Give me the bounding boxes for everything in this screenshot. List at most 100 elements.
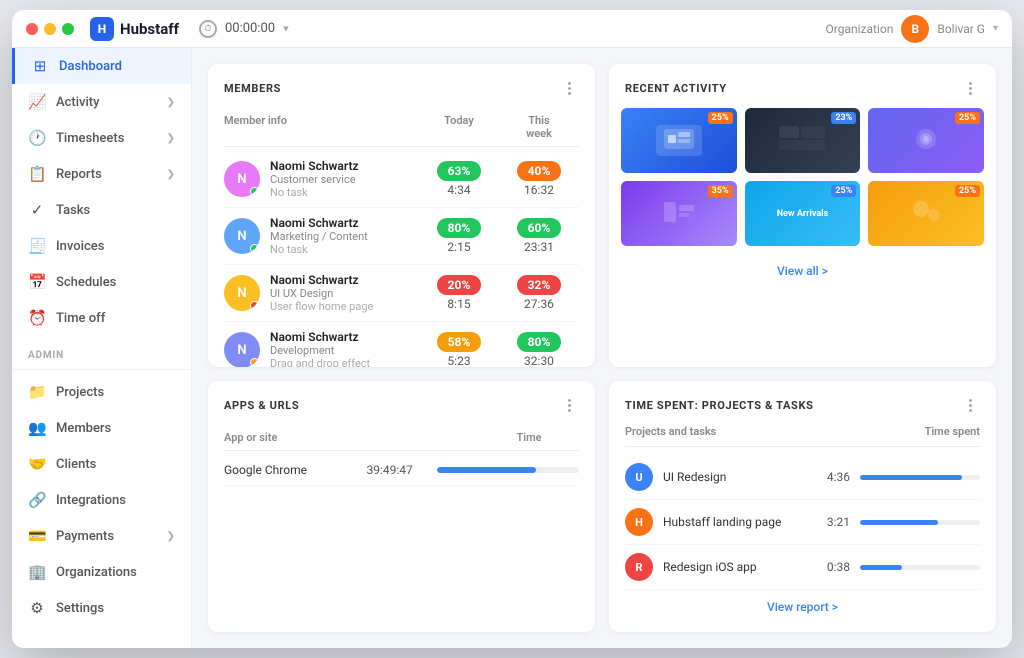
logo-icon: H xyxy=(90,17,114,41)
ts-row: U UI Redesign 4:36 xyxy=(625,455,980,500)
member-info: N Naomi Schwartz Development Drag and dr… xyxy=(224,330,419,367)
sidebar-item-projects[interactable]: 📁 Projects xyxy=(12,374,191,410)
sidebar-label-activity: Activity xyxy=(56,95,100,110)
sidebar-label-payments: Payments xyxy=(56,529,114,544)
dashboard-icon: ⊞ xyxy=(31,57,49,75)
activity-thumb-3[interactable]: 25% xyxy=(868,108,984,173)
sidebar-item-dashboard[interactable]: ⊞ Dashboard xyxy=(12,48,191,84)
sidebar-item-payments[interactable]: 💳 Payments ❯ xyxy=(12,518,191,554)
sidebar-item-schedules[interactable]: 📅 Schedules xyxy=(12,264,191,300)
member-name: Naomi Schwartz xyxy=(270,216,368,230)
time-spent-card-title: TIME SPENT: PROJECTS & TASKS xyxy=(625,399,960,412)
sidebar-label-timeoff: Time off xyxy=(56,311,105,326)
view-all-link[interactable]: View all > xyxy=(609,258,996,288)
ts-project-time: 3:21 xyxy=(815,515,850,529)
members-table-header: Member info Today Thisweek xyxy=(224,108,579,147)
week-col: 32% 27:36 xyxy=(499,275,579,311)
ts-col-time: Time spent xyxy=(925,425,980,438)
recent-activity-card: RECENT ACTIVITY 25% xyxy=(609,64,996,367)
timer-area[interactable]: ⏱ 00:00:00 ▾ xyxy=(199,20,289,38)
sidebar-item-reports[interactable]: 📋 Reports ❯ xyxy=(12,156,191,192)
member-avatar: N xyxy=(224,218,260,254)
week-time: 23:31 xyxy=(499,240,579,254)
members-card-title: MEMBERS xyxy=(224,82,559,95)
activity-thumb-1[interactable]: 25% xyxy=(621,108,737,173)
sidebar-item-timesheets[interactable]: 🕐 Timesheets ❯ xyxy=(12,120,191,156)
member-task: No task xyxy=(270,186,359,199)
member-name: Naomi Schwartz xyxy=(270,159,359,173)
today-badge: 80% xyxy=(437,218,481,238)
title-bar: H Hubstaff ⏱ 00:00:00 ▾ Organization B B… xyxy=(12,10,1012,48)
activity-thumb-2[interactable]: 23% xyxy=(745,108,861,173)
sidebar-item-integrations[interactable]: 🔗 Integrations xyxy=(12,482,191,518)
activity-thumb-5[interactable]: New Arrivals 25% xyxy=(745,181,861,246)
apps-card-header: APPS & URLS xyxy=(208,381,595,425)
new-arrivals-text: New Arrivals xyxy=(773,205,832,223)
members-card-header: MEMBERS xyxy=(208,64,595,108)
sidebar-label-clients: Clients xyxy=(56,457,96,472)
thumb-badge-6: 25% xyxy=(955,185,980,197)
sidebar-label-settings: Settings xyxy=(56,601,104,616)
ts-project-name: Hubstaff landing page xyxy=(663,515,805,529)
org-label: Organization xyxy=(826,22,894,36)
payments-icon: 💳 xyxy=(28,527,46,545)
today-badge: 63% xyxy=(437,161,481,181)
today-col: 20% 8:15 xyxy=(419,275,499,311)
sidebar-item-activity[interactable]: 📈 Activity ❯ xyxy=(12,84,191,120)
time-spent-card-header: TIME SPENT: PROJECTS & TASKS xyxy=(609,381,996,425)
close-button[interactable] xyxy=(26,23,38,35)
sidebar-item-members[interactable]: 👥 Members xyxy=(12,410,191,446)
members-icon: 👥 xyxy=(28,419,46,437)
member-row: N Naomi Schwartz Customer service No tas… xyxy=(224,151,579,208)
member-role: Marketing / Content xyxy=(270,230,368,243)
ts-project-name: Redesign iOS app xyxy=(663,560,805,574)
week-badge: 32% xyxy=(517,275,561,295)
today-time: 5:23 xyxy=(419,354,499,367)
minimize-button[interactable] xyxy=(44,23,56,35)
member-avatar: N xyxy=(224,332,260,367)
activity-thumb-6[interactable]: 25% xyxy=(868,181,984,246)
member-task: Drag and drop effect xyxy=(270,357,370,367)
members-menu-button[interactable] xyxy=(559,78,579,98)
chevron-down-icon: ❯ xyxy=(167,169,175,180)
sidebar-item-timeoff[interactable]: ⏰ Time off xyxy=(12,300,191,336)
ts-project-name: UI Redesign xyxy=(663,470,805,484)
time-spent-menu-button[interactable] xyxy=(960,395,980,415)
members-card: MEMBERS Member info Today Thisweek xyxy=(208,64,595,367)
activity-menu-button[interactable] xyxy=(960,78,980,98)
sidebar-item-tasks[interactable]: ✓ Tasks xyxy=(12,192,191,228)
today-time: 2:15 xyxy=(419,240,499,254)
sidebar-item-clients[interactable]: 🤝 Clients xyxy=(12,446,191,482)
status-dot xyxy=(250,187,259,196)
col-this-week: Thisweek xyxy=(499,114,579,140)
timer-arrow: ▾ xyxy=(283,22,289,35)
timer-icon: ⏱ xyxy=(199,20,217,38)
ts-progress-bar xyxy=(860,565,980,570)
status-dot xyxy=(250,244,259,253)
sidebar-item-invoices[interactable]: 🧾 Invoices xyxy=(12,228,191,264)
sidebar-item-settings[interactable]: ⚙ Settings xyxy=(12,590,191,626)
app-name: Google Chrome xyxy=(224,463,367,477)
time-spent-section: Projects and tasks Time spent U UI Redes… xyxy=(609,425,996,632)
member-role: UI UX Design xyxy=(270,287,373,300)
ts-col-projects: Projects and tasks xyxy=(625,425,925,438)
sidebar-label-dashboard: Dashboard xyxy=(59,59,122,74)
main-window: H Hubstaff ⏱ 00:00:00 ▾ Organization B B… xyxy=(12,10,1012,648)
sidebar-divider xyxy=(12,369,191,370)
admin-section-label: ADMIN xyxy=(12,336,191,365)
activity-thumb-4[interactable]: 35% xyxy=(621,181,737,246)
view-report-link[interactable]: View report > xyxy=(625,590,980,618)
apps-card-title: APPS & URLS xyxy=(224,399,559,412)
member-details: Naomi Schwartz Customer service No task xyxy=(270,159,359,199)
apps-menu-button[interactable] xyxy=(559,395,579,415)
member-name: Naomi Schwartz xyxy=(270,273,373,287)
tasks-icon: ✓ xyxy=(28,201,46,219)
sidebar-item-organizations[interactable]: 🏢 Organizations xyxy=(12,554,191,590)
organizations-icon: 🏢 xyxy=(28,563,46,581)
today-time: 4:34 xyxy=(419,183,499,197)
app-body: ⊞ Dashboard 📈 Activity ❯ 🕐 Timesheets ❯ … xyxy=(12,48,1012,648)
settings-icon: ⚙ xyxy=(28,599,46,617)
maximize-button[interactable] xyxy=(62,23,74,35)
status-dot xyxy=(250,301,259,310)
today-time: 8:15 xyxy=(419,297,499,311)
